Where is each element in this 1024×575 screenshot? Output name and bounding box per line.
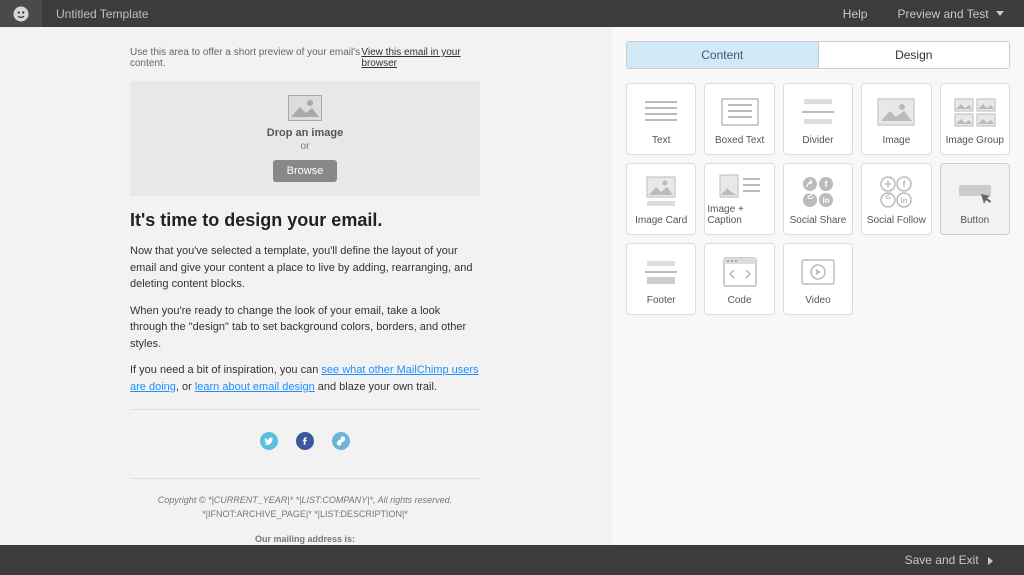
topbar: Untitled Template Help Preview and Test xyxy=(0,0,1024,27)
svg-text:f: f xyxy=(903,179,907,189)
browse-button[interactable]: Browse xyxy=(273,160,338,182)
twitter-icon[interactable] xyxy=(260,432,278,450)
facebook-icon[interactable] xyxy=(296,432,314,450)
social-share-icon: f in xyxy=(798,170,838,213)
email-heading[interactable]: It's time to design your email. xyxy=(130,210,480,231)
email-canvas: Use this area to offer a short preview o… xyxy=(0,27,612,545)
footer-icon xyxy=(641,250,681,293)
svg-text:in: in xyxy=(822,196,829,205)
boxed-text-icon xyxy=(720,90,760,133)
email-body-text[interactable]: Now that you've selected a template, you… xyxy=(130,243,480,395)
divider xyxy=(130,409,480,410)
video-icon xyxy=(798,250,838,293)
block-text[interactable]: Text xyxy=(626,83,696,155)
chevron-right-icon xyxy=(988,557,994,565)
social-follow-icon: f in xyxy=(876,170,916,213)
image-card-icon xyxy=(641,170,681,213)
mailchimp-logo[interactable] xyxy=(0,0,42,27)
code-icon xyxy=(720,250,760,293)
bottombar: Save and Exit xyxy=(0,545,1024,575)
image-placeholder-icon xyxy=(288,95,322,121)
tab-design[interactable]: Design xyxy=(818,42,1010,68)
image-group-icon xyxy=(953,90,997,133)
text-block-icon xyxy=(641,90,681,133)
block-button[interactable]: Button xyxy=(940,163,1010,235)
block-video[interactable]: Video xyxy=(783,243,853,315)
block-divider[interactable]: Divider xyxy=(783,83,853,155)
image-caption-icon xyxy=(718,170,762,202)
block-code[interactable]: Code xyxy=(704,243,774,315)
chevron-down-icon xyxy=(996,11,1004,17)
preview-test-menu[interactable]: Preview and Test xyxy=(897,7,1004,21)
or-label: or xyxy=(130,141,480,152)
block-social-share[interactable]: f in Social Share xyxy=(783,163,853,235)
template-title: Untitled Template xyxy=(56,7,149,21)
paragraph-1: Now that you've selected a template, you… xyxy=(130,243,480,293)
block-boxed-text[interactable]: Boxed Text xyxy=(704,83,774,155)
block-image-card[interactable]: Image Card xyxy=(626,163,696,235)
paragraph-3: If you need a bit of inspiration, you ca… xyxy=(130,362,480,395)
divider-2 xyxy=(130,478,480,479)
divider-icon xyxy=(798,90,838,133)
inspiration-link-2[interactable]: learn about email design xyxy=(195,381,315,393)
tab-content[interactable]: Content xyxy=(627,42,818,68)
preview-test-label: Preview and Test xyxy=(897,7,988,21)
save-exit-button[interactable]: Save and Exit xyxy=(905,553,994,567)
email-footer[interactable]: Copyright © *|CURRENT_YEAR|* *|LIST:COMP… xyxy=(130,493,480,545)
help-link[interactable]: Help xyxy=(843,7,868,21)
ifnot-line: *|IFNOT:ARCHIVE_PAGE|* *|LIST:DESCRIPTIO… xyxy=(130,507,480,521)
mailing-address-label: Our mailing address is: xyxy=(130,532,480,545)
block-image[interactable]: Image xyxy=(861,83,931,155)
content-blocks-grid: Text Boxed Text Divider Image xyxy=(626,83,1010,315)
image-icon xyxy=(876,90,916,133)
social-row[interactable] xyxy=(130,424,480,464)
link-icon[interactable] xyxy=(332,432,350,450)
preheader-row: Use this area to offer a short preview o… xyxy=(130,47,480,69)
block-image-group[interactable]: Image Group xyxy=(940,83,1010,155)
paragraph-2: When you're ready to change the look of … xyxy=(130,303,480,353)
button-icon xyxy=(953,170,997,213)
drop-image-label: Drop an image xyxy=(130,127,480,139)
editor-panel: Content Design Text Boxed Text Div xyxy=(612,27,1024,545)
tab-row: Content Design xyxy=(626,41,1010,69)
copyright-line: Copyright © *|CURRENT_YEAR|* *|LIST:COMP… xyxy=(130,493,480,507)
preheader-text[interactable]: Use this area to offer a short preview o… xyxy=(130,47,361,69)
freddie-icon xyxy=(12,5,30,23)
view-in-browser-link[interactable]: View this email in your browser xyxy=(361,47,480,69)
image-drop-zone[interactable]: Drop an image or Browse xyxy=(130,81,480,196)
block-social-follow[interactable]: f in Social Follow xyxy=(861,163,931,235)
svg-text:in: in xyxy=(901,196,908,205)
block-image-caption[interactable]: Image + Caption xyxy=(704,163,774,235)
block-footer[interactable]: Footer xyxy=(626,243,696,315)
